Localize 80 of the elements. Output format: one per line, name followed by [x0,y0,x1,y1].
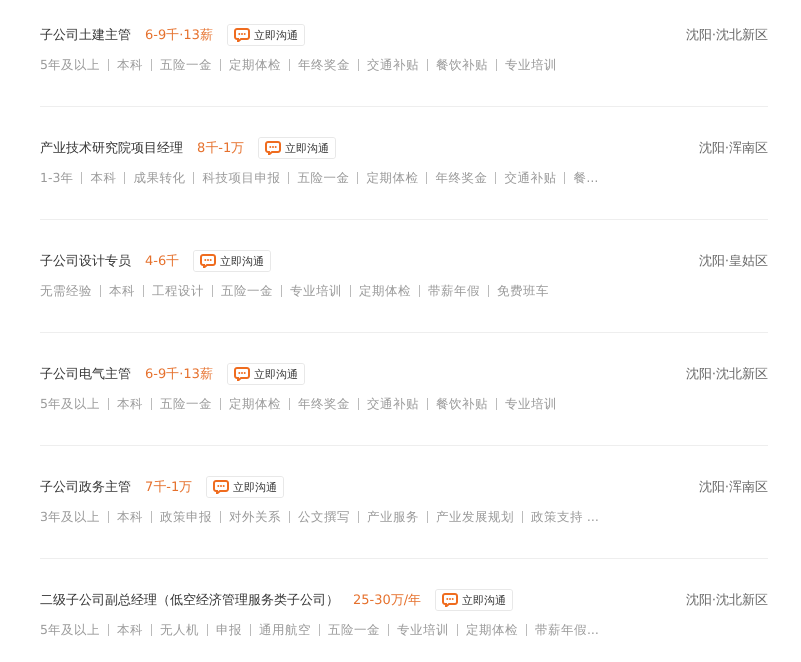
job-tag: 1-3年 [40,170,74,186]
job-title[interactable]: 子公司电气主管 [40,365,131,383]
job-tag: 5年及以上 [40,622,100,638]
job-title[interactable]: 二级子公司副总经理（低空经济管理服务类子公司） [40,591,339,609]
job-location: 沈阳·沈北新区 [686,366,768,383]
job-tag: 定期体检 [466,622,518,638]
job-tag: 3年及以上 [40,508,100,526]
job-tag: 五险一金 [160,396,212,412]
chat-bubble-icon [234,28,250,42]
job-tag: 年终奖金 [435,170,488,186]
job-tag: 年终奖金 [298,396,350,412]
job-title[interactable]: 子公司土建主管 [40,26,131,44]
job-tag: 本科 [109,282,135,300]
job-tag: 产业发展规划 [436,508,514,526]
chat-button[interactable]: 立即沟通 [226,24,305,46]
job-tag: 5年及以上 [40,396,100,412]
job-tag: 产业服务 [366,508,419,526]
salary: 8千-1万 [197,140,244,157]
salary: 4-6千 [145,253,180,270]
job-tag: 无需经验 [40,282,92,300]
job-tag: 本科 [90,170,116,186]
chat-button[interactable]: 立即沟通 [435,589,514,611]
job-tag: 五险一金 [160,56,212,74]
job-tag: 政策支持 ... [530,508,599,526]
job-tag: 申报 [216,622,242,638]
job-title[interactable]: 子公司设计专员 [40,252,131,270]
job-tag: 无人机 [160,622,199,638]
chat-bubble-icon [234,367,250,381]
chat-button[interactable]: 立即沟通 [226,363,305,385]
job-tag: 通用航空 [258,622,311,638]
job-tag: 定期体检 [228,396,281,412]
job-tag: 专业培训 [396,622,449,638]
salary: 6-9千·13薪 [145,27,213,44]
job-tag: 5年及以上 [40,56,100,74]
chat-bubble-icon [200,254,216,268]
job-location: 沈阳·浑南区 [698,140,768,157]
job-location: 沈阳·浑南区 [698,479,768,496]
job-tag: 交通补贴 [366,396,419,412]
job-tag: 定期体检 [359,282,411,300]
job-tag: 专业培训 [290,282,342,300]
job-title[interactable]: 子公司政务主管 [40,478,131,496]
job-tag: 带薪年假... [534,622,599,638]
job-tag: 定期体检 [228,56,281,74]
salary: 7千-1万 [145,479,192,496]
job-tag: 五险一金 [221,282,273,300]
job-location: 沈阳·沈北新区 [686,27,768,44]
job-tag: 本科 [116,396,143,412]
salary: 25-30万/年 [353,592,422,609]
job-tag: 带薪年假 [428,282,480,300]
job-location: 沈阳·皇姑区 [698,253,768,270]
job-tag: 本科 [116,508,143,526]
job-tag: 成果转化 [133,170,186,186]
job-tag: 定期体检 [366,170,418,186]
salary: 6-9千·13薪 [145,366,213,383]
chat-bubble-icon [442,593,458,607]
job-tag: 政策申报 [160,508,212,526]
job-tag: 公文撰写 [298,508,350,526]
job-title[interactable]: 产业技术研究院项目经理 [40,139,183,157]
job-tag: 本科 [116,56,143,74]
job-tag: 年终奖金 [298,56,350,74]
job-tag: 对外关系 [228,508,281,526]
chat-bubble-icon [265,141,282,155]
job-tag: 免费班车 [497,282,549,300]
job-tag: 五险一金 [328,622,380,638]
chat-bubble-icon [213,480,230,494]
job-tag: 五险一金 [297,170,350,186]
job-tag: 餐... [573,170,598,186]
chat-button[interactable]: 立即沟通 [206,476,284,498]
job-location: 沈阳·沈北新区 [686,592,768,609]
chat-button[interactable]: 立即沟通 [258,137,336,159]
job-tag: 本科 [116,622,143,638]
job-tag: 餐饮补贴 [436,396,488,412]
job-tag: 专业培训 [504,396,557,412]
chat-button[interactable]: 立即沟通 [193,250,272,272]
job-tag: 交通补贴 [366,56,419,74]
job-tag: 科技项目申报 [202,170,280,186]
job-tag: 交通补贴 [504,170,556,186]
job-tag: 餐饮补贴 [436,56,488,74]
job-tag: 工程设计 [152,282,204,300]
job-tag: 专业培训 [504,56,557,74]
